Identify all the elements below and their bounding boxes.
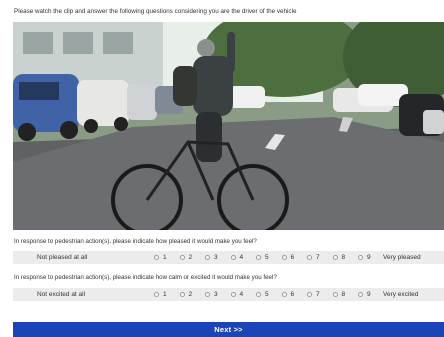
instruction-text: Please watch the clip and answer the fol… [14,8,297,15]
question-2-right-label: Very excited [383,291,419,298]
radio-button-icon[interactable] [358,254,363,260]
question-2-option-8[interactable]: 8 [332,291,356,298]
question-1-options: 1 2 3 4 5 6 7 8 9 [154,254,381,261]
question-2-scale: Not excited at all 1 2 3 4 5 6 7 8 9 Ver… [13,288,444,301]
question-1-option-1[interactable]: 1 [154,254,177,261]
radio-button-icon[interactable] [307,291,312,297]
question-2-left-label: Not excited at all [37,291,86,298]
question-1-option-9[interactable]: 9 [358,254,381,261]
question-1-option-3[interactable]: 3 [205,254,228,261]
question-2-options: 1 2 3 4 5 6 7 8 9 [154,291,381,298]
radio-button-icon[interactable] [307,254,312,260]
radio-button-icon[interactable] [358,291,363,297]
next-button-label: Next >> [214,325,243,334]
question-2-option-5[interactable]: 5 [256,291,279,298]
question-1-left-label: Not pleased at all [37,254,88,261]
radio-button-icon[interactable] [179,291,185,297]
radio-button-icon[interactable] [256,291,261,297]
video-clip[interactable] [13,22,444,230]
question-2-option-1[interactable]: 1 [154,291,177,298]
question-1-option-4[interactable]: 4 [230,254,254,261]
video-frame-image [13,22,444,230]
question-2-text: In response to pedestrian action(s), ple… [14,274,277,281]
radio-button-icon[interactable] [332,254,338,260]
question-1-option-6[interactable]: 6 [281,254,305,261]
radio-button-icon[interactable] [179,254,185,260]
radio-button-icon[interactable] [256,254,261,260]
question-2-option-9[interactable]: 9 [358,291,381,298]
radio-button-icon[interactable] [230,291,236,297]
radio-button-icon[interactable] [154,291,159,297]
question-1-option-5[interactable]: 5 [256,254,279,261]
question-2-option-6[interactable]: 6 [281,291,305,298]
radio-button-icon[interactable] [332,291,338,297]
radio-button-icon[interactable] [281,291,287,297]
question-2-option-2[interactable]: 2 [179,291,203,298]
radio-button-icon[interactable] [281,254,287,260]
question-1-option-2[interactable]: 2 [179,254,203,261]
question-2-option-4[interactable]: 4 [230,291,254,298]
next-button[interactable]: Next >> [13,322,444,337]
radio-button-icon[interactable] [154,254,159,260]
question-1-right-label: Very pleased [383,254,421,261]
radio-button-icon[interactable] [205,291,210,297]
question-1-option-7[interactable]: 7 [307,254,330,261]
question-1-option-8[interactable]: 8 [332,254,356,261]
radio-button-icon[interactable] [230,254,236,260]
question-1-scale: Not pleased at all 1 2 3 4 5 6 7 8 9 Ver… [13,251,444,264]
question-2-option-7[interactable]: 7 [307,291,330,298]
question-1-text: In response to pedestrian action(s), ple… [14,238,257,245]
radio-button-icon[interactable] [205,254,210,260]
question-2-option-3[interactable]: 3 [205,291,228,298]
